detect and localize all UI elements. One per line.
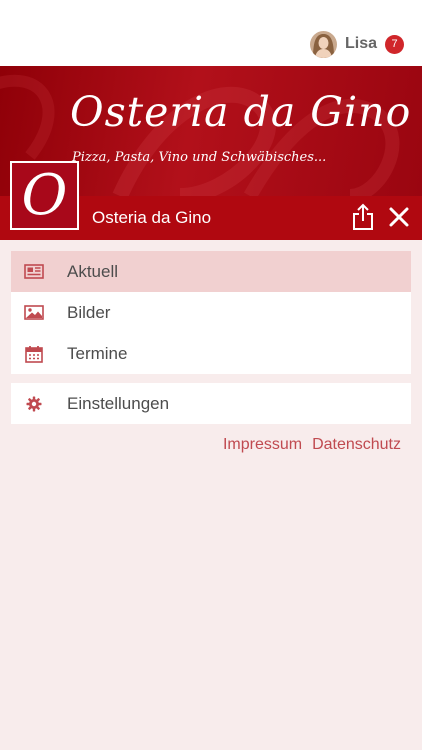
logo-letter: O (21, 162, 68, 228)
calendar-icon (23, 345, 45, 363)
menu-item-label: Einstellungen (67, 393, 170, 413)
close-icon (389, 207, 409, 227)
menu-item-label: Termine (67, 343, 128, 363)
restaurant-logo: O (10, 161, 79, 230)
settings-menu: Einstellungen (11, 383, 411, 424)
gear-icon (23, 395, 45, 413)
menu-item-bilder[interactable]: Bilder (11, 292, 411, 333)
menu-item-einstellungen[interactable]: Einstellungen (11, 383, 411, 424)
banner-title: Osteria da Gino (70, 88, 412, 136)
footer-links: Impressum Datenschutz (213, 436, 401, 454)
datenschutz-link[interactable]: Datenschutz (312, 436, 401, 454)
page-title: Osteria da Gino (92, 208, 212, 227)
image-icon (23, 304, 45, 322)
notification-badge[interactable]: 7 (385, 34, 404, 54)
menu-item-termine[interactable]: Termine (11, 333, 411, 374)
newspaper-icon (23, 263, 45, 281)
share-button[interactable] (350, 202, 376, 232)
menu-item-label: Aktuell (67, 261, 119, 281)
menu-item-label: Bilder (67, 302, 111, 322)
share-icon (353, 203, 373, 230)
user-name[interactable]: Lisa (345, 35, 377, 53)
top-bar: Lisa 7 (0, 0, 422, 66)
banner-subtitle: Pizza, Pasta, Vino und Schwäbisches... (72, 150, 327, 165)
impressum-link[interactable]: Impressum (223, 436, 302, 454)
menu-item-aktuell[interactable]: Aktuell (11, 251, 411, 292)
user-profile[interactable]: Lisa 7 (309, 29, 404, 59)
close-button[interactable] (386, 204, 412, 230)
avatar[interactable] (309, 30, 337, 58)
main-menu: Aktuell Bilder Termine (11, 251, 411, 374)
